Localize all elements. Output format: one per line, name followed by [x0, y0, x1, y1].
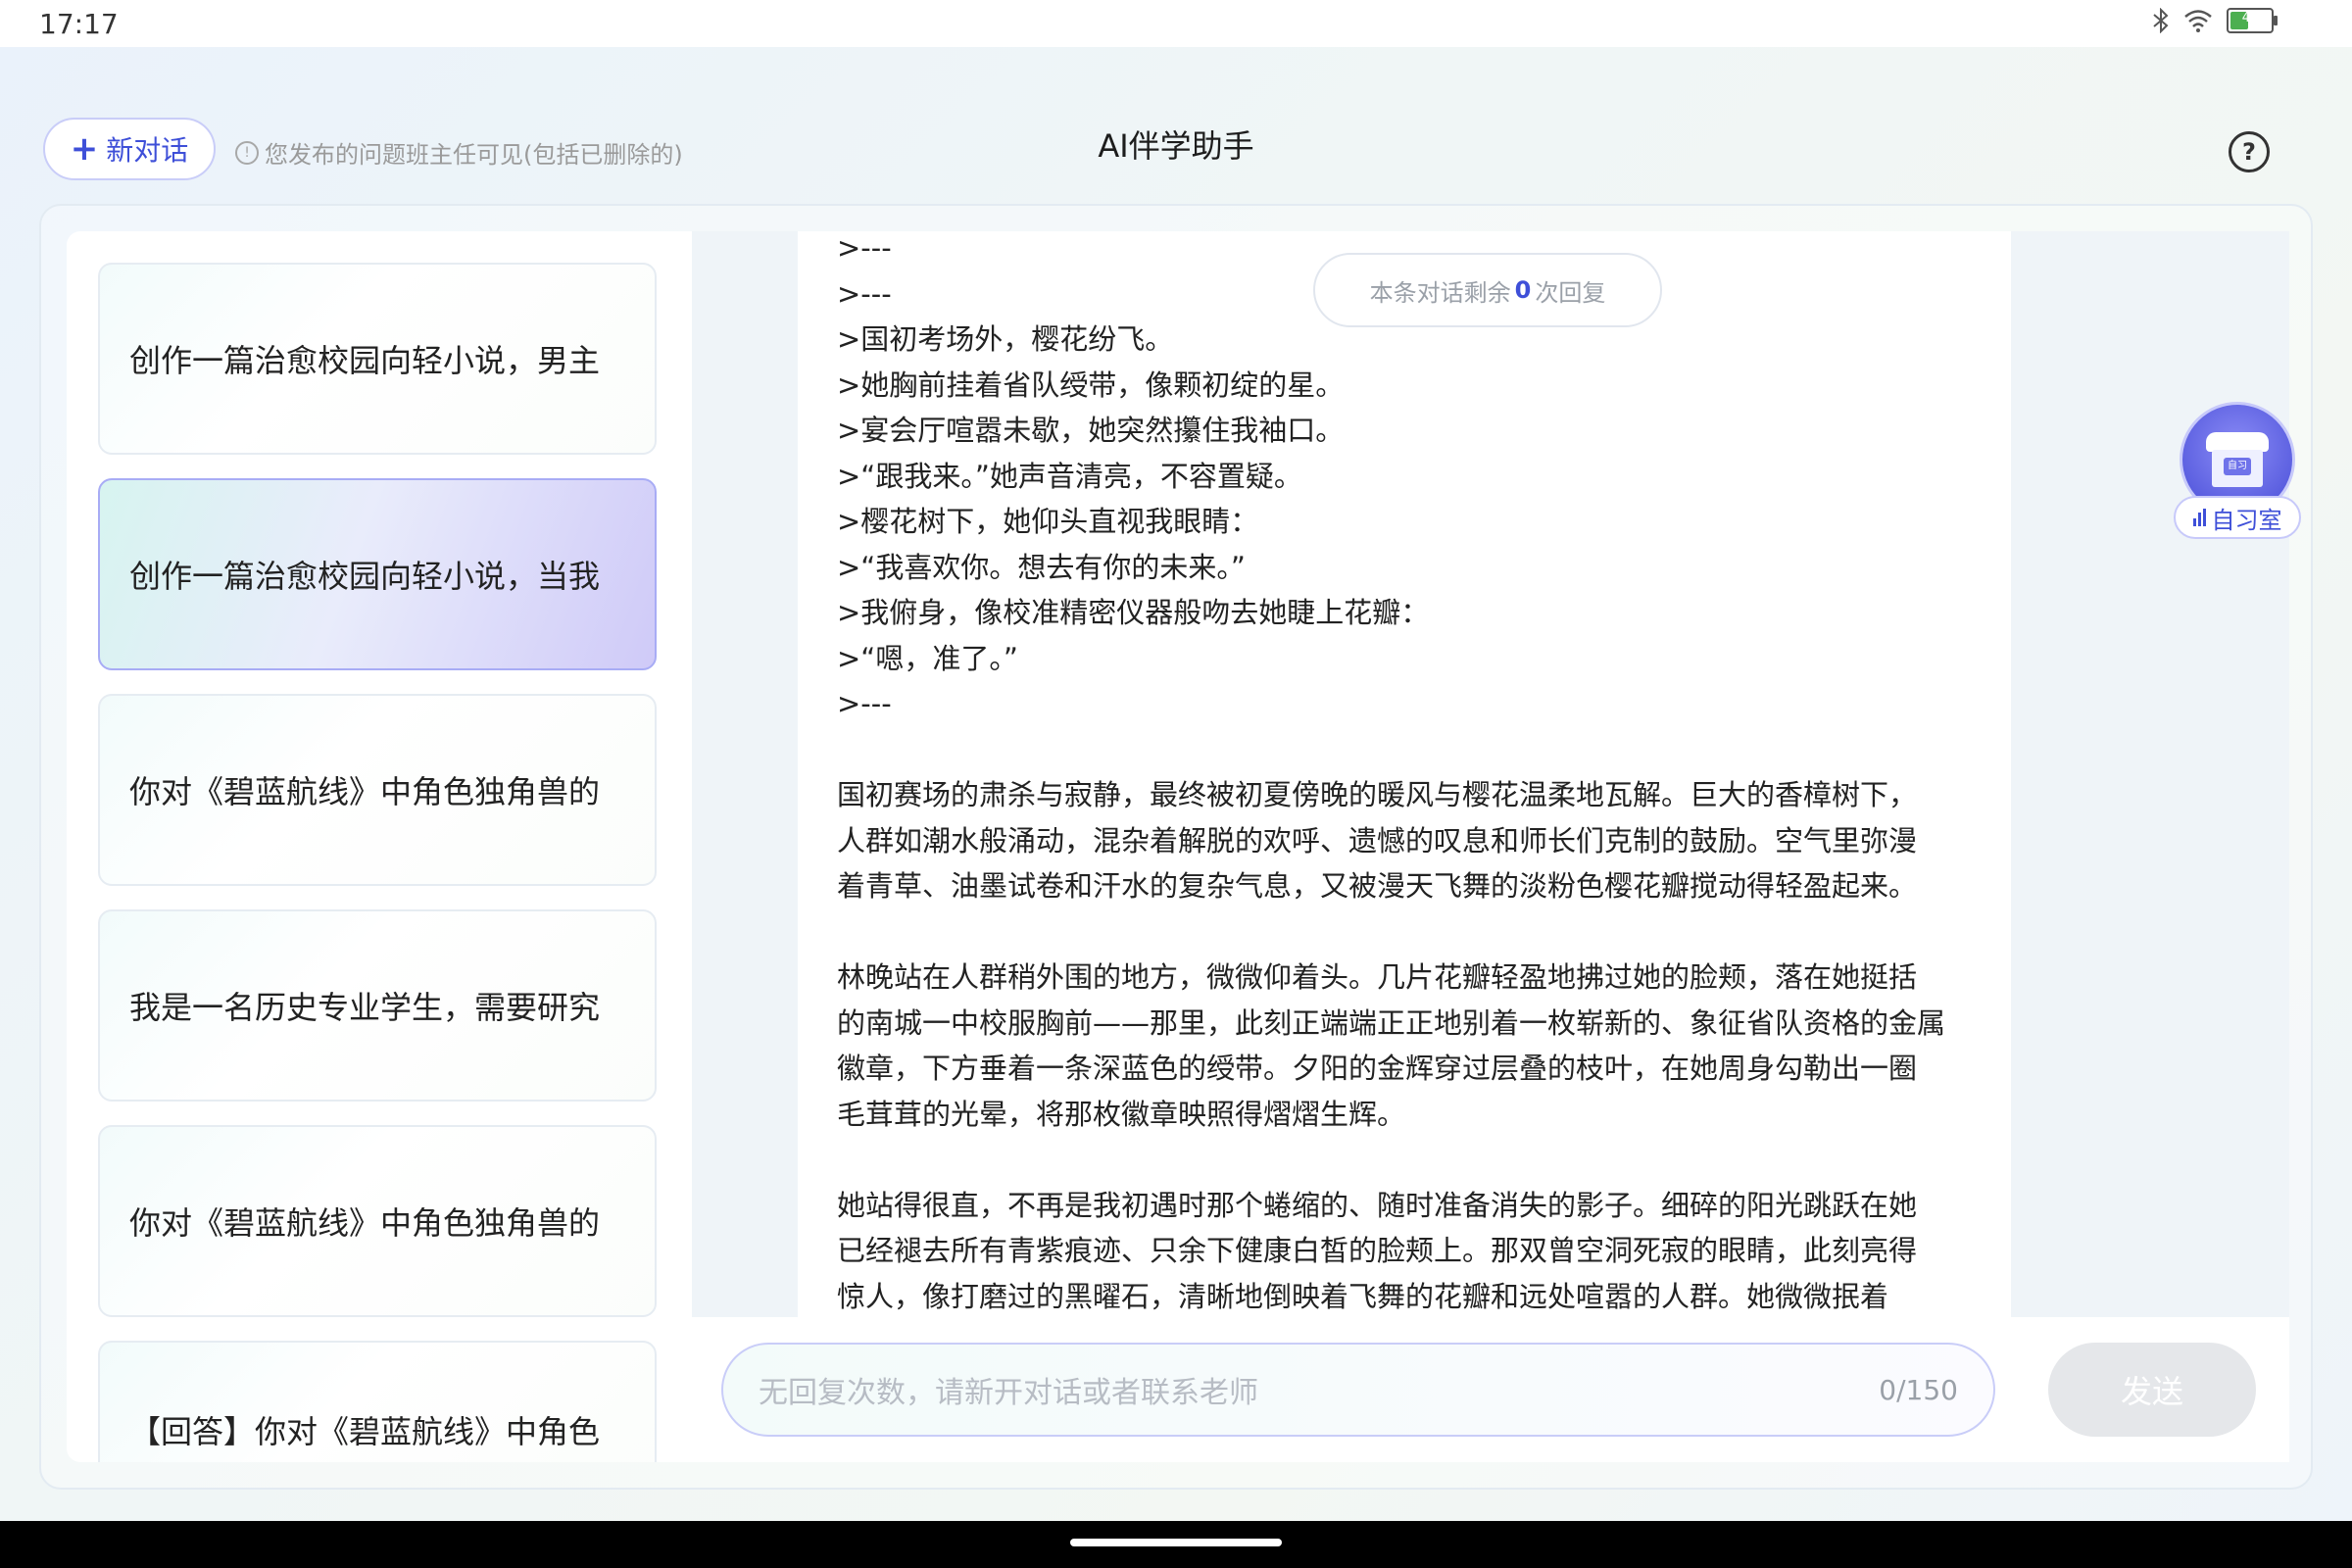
chat-margin-right — [2011, 231, 2289, 1317]
conversation-label: 我是一名历史专业学生，需要研究 — [129, 989, 601, 1026]
input-bar: 无回复次数，请新开对话或者联系老师 0/150 发送 — [692, 1317, 2289, 1462]
conversation-label: 【回答】你对《碧蓝航线》中角色 — [129, 1413, 601, 1450]
conversation-label: 创作一篇治愈校园向轻小说，当我 — [129, 558, 601, 595]
remaining-count: 0 — [1514, 276, 1532, 304]
home-gesture-bar[interactable] — [1070, 1539, 1282, 1546]
message-input[interactable]: 无回复次数，请新开对话或者联系老师 0/150 — [721, 1343, 1995, 1437]
conversation-item[interactable]: 我是一名历史专业学生，需要研究 — [98, 909, 657, 1102]
page-title: AI伴学助手 — [1098, 127, 1254, 165]
conversation-item[interactable]: 【回答】你对《碧蓝航线》中角色 — [98, 1341, 657, 1462]
remaining-replies-badge: 本条对话剩余 0 次回复 — [1313, 253, 1662, 327]
header: + 新对话 ! 您发布的问题班主任可见(包括已删除的) AI伴学助手 ? — [0, 47, 2352, 204]
conversation-label: 你对《碧蓝航线》中角色独角兽的 — [129, 1204, 601, 1242]
study-room-button[interactable]: 自习 自习室 — [2174, 402, 2305, 539]
status-bar: 17:17 46 — [0, 0, 2352, 47]
message-line: 徽章，下方垂着一条深蓝色的绶带。夕阳的金辉穿过层叠的枝叶，在她周身勾勒出一圈 — [837, 1052, 1918, 1085]
remaining-suffix: 次回复 — [1535, 278, 1606, 307]
store-icon: 自习 — [2206, 432, 2269, 487]
conversation-item[interactable]: 你对《碧蓝航线》中角色独角兽的 — [98, 1125, 657, 1317]
status-time: 17:17 — [39, 8, 119, 40]
conversation-item[interactable]: 你对《碧蓝航线》中角色独角兽的 — [98, 694, 657, 886]
message-line: 人群如潮水般涌动，混杂着解脱的欢呼、遗憾的叹息和师长们克制的鼓励。空气里弥漫 — [837, 823, 1918, 858]
wifi-icon — [2184, 10, 2212, 32]
char-counter: 0/150 — [1879, 1373, 1958, 1406]
conversation-list: 创作一篇治愈校园向轻小说，男主 创作一篇治愈校园向轻小说，当我 你对《碧蓝航线》… — [67, 231, 692, 1462]
conversation-label: 创作一篇治愈校园向轻小说，男主 — [129, 342, 601, 379]
battery-icon: 46 — [2227, 8, 2278, 33]
message-line: >樱花树下，她仰头直视我眼睛： — [837, 505, 1259, 538]
battery-percent: 46 — [2241, 11, 2259, 25]
system-nav-bar — [0, 1521, 2352, 1568]
message-line: 惊人，像打磨过的黑曜石，清晰地倒映着飞舞的花瓣和远处喧嚣的人群。她微微抿着 — [837, 1279, 1889, 1313]
message-body: >--- >--- >国初考场外，樱花纷飞。 >她胸前挂着省队绶带，像颗初绽的星。 >宴… — [837, 231, 1974, 1317]
chat-area[interactable]: >--- >--- >国初考场外，樱花纷飞。 >她胸前挂着省队绶带，像颗初绽的星。 >宴… — [692, 231, 2289, 1317]
status-icons: 46 — [2152, 8, 2278, 33]
study-room-label-pill: 自习室 — [2174, 496, 2301, 539]
study-room-sign: 自习 — [2224, 458, 2251, 475]
message-line: >宴会厅喧嚣未歇，她突然攥住我袖口。 — [837, 414, 1345, 447]
message-line: >她胸前挂着省队绶带，像颗初绽的星。 — [837, 368, 1345, 402]
message-line: 国初赛场的肃杀与寂静，最终被初夏傍晚的暖风与樱花温柔地瓦解。巨大的香樟树下， — [837, 778, 1918, 811]
conversation-label: 你对《碧蓝航线》中角色独角兽的 — [129, 773, 601, 810]
message-line: >“嗯，准了。” — [837, 641, 1018, 675]
send-button[interactable]: 发送 — [2048, 1343, 2256, 1437]
input-placeholder: 无回复次数，请新开对话或者联系老师 — [759, 1376, 1258, 1410]
bar-chart-icon — [2192, 509, 2206, 526]
help-icon[interactable]: ? — [2229, 131, 2270, 172]
message-line: 她站得很直，不再是我初遇时那个蜷缩的、随时准备消失的影子。细碎的阳光跳跃在她 — [837, 1188, 1918, 1222]
message-line: >“跟我来。”她声音清亮，不容置疑。 — [837, 459, 1302, 493]
message-line: >我俯身，像校准精密仪器般吻去她睫上花瓣： — [837, 596, 1430, 629]
message-line: >“我喜欢你。想去有你的未来。” — [837, 550, 1246, 584]
assistant-message[interactable]: >--- >--- >国初考场外，樱花纷飞。 >她胸前挂着省队绶带，像颗初绽的星。 >宴… — [798, 231, 2011, 1317]
conversation-item[interactable]: 创作一篇治愈校园向轻小说，男主 — [98, 263, 657, 455]
message-line: 着青草、油墨试卷和汗水的复杂气息，又被漫天飞舞的淡粉色樱花瓣搅动得轻盈起来。 — [837, 869, 1918, 903]
remaining-prefix: 本条对话剩余 — [1369, 278, 1511, 307]
message-line: 的南城一中校服胸前——那里，此刻正端端正正地别着一枚崭新的、象征省队资格的金属 — [837, 1005, 1946, 1040]
message-line: 已经褪去所有青紫痕迹、只余下健康白皙的脸颊上。那双曾空洞死寂的眼睛，此刻亮得 — [837, 1234, 1918, 1267]
study-room-label: 自习室 — [2211, 506, 2282, 534]
conversation-item-active[interactable]: 创作一篇治愈校园向轻小说，当我 — [98, 478, 657, 670]
chat-margin-left — [692, 231, 798, 1317]
message-line: >--- — [837, 687, 892, 720]
bluetooth-icon — [2153, 8, 2169, 33]
message-line: 林晚站在人群稍外围的地方，微微仰着头。几片花瓣轻盈地拂过她的脸颊，落在她挺括 — [837, 960, 1918, 994]
message-line: 毛茸茸的光晕，将那枚徽章映照得熠熠生辉。 — [837, 1097, 1406, 1131]
